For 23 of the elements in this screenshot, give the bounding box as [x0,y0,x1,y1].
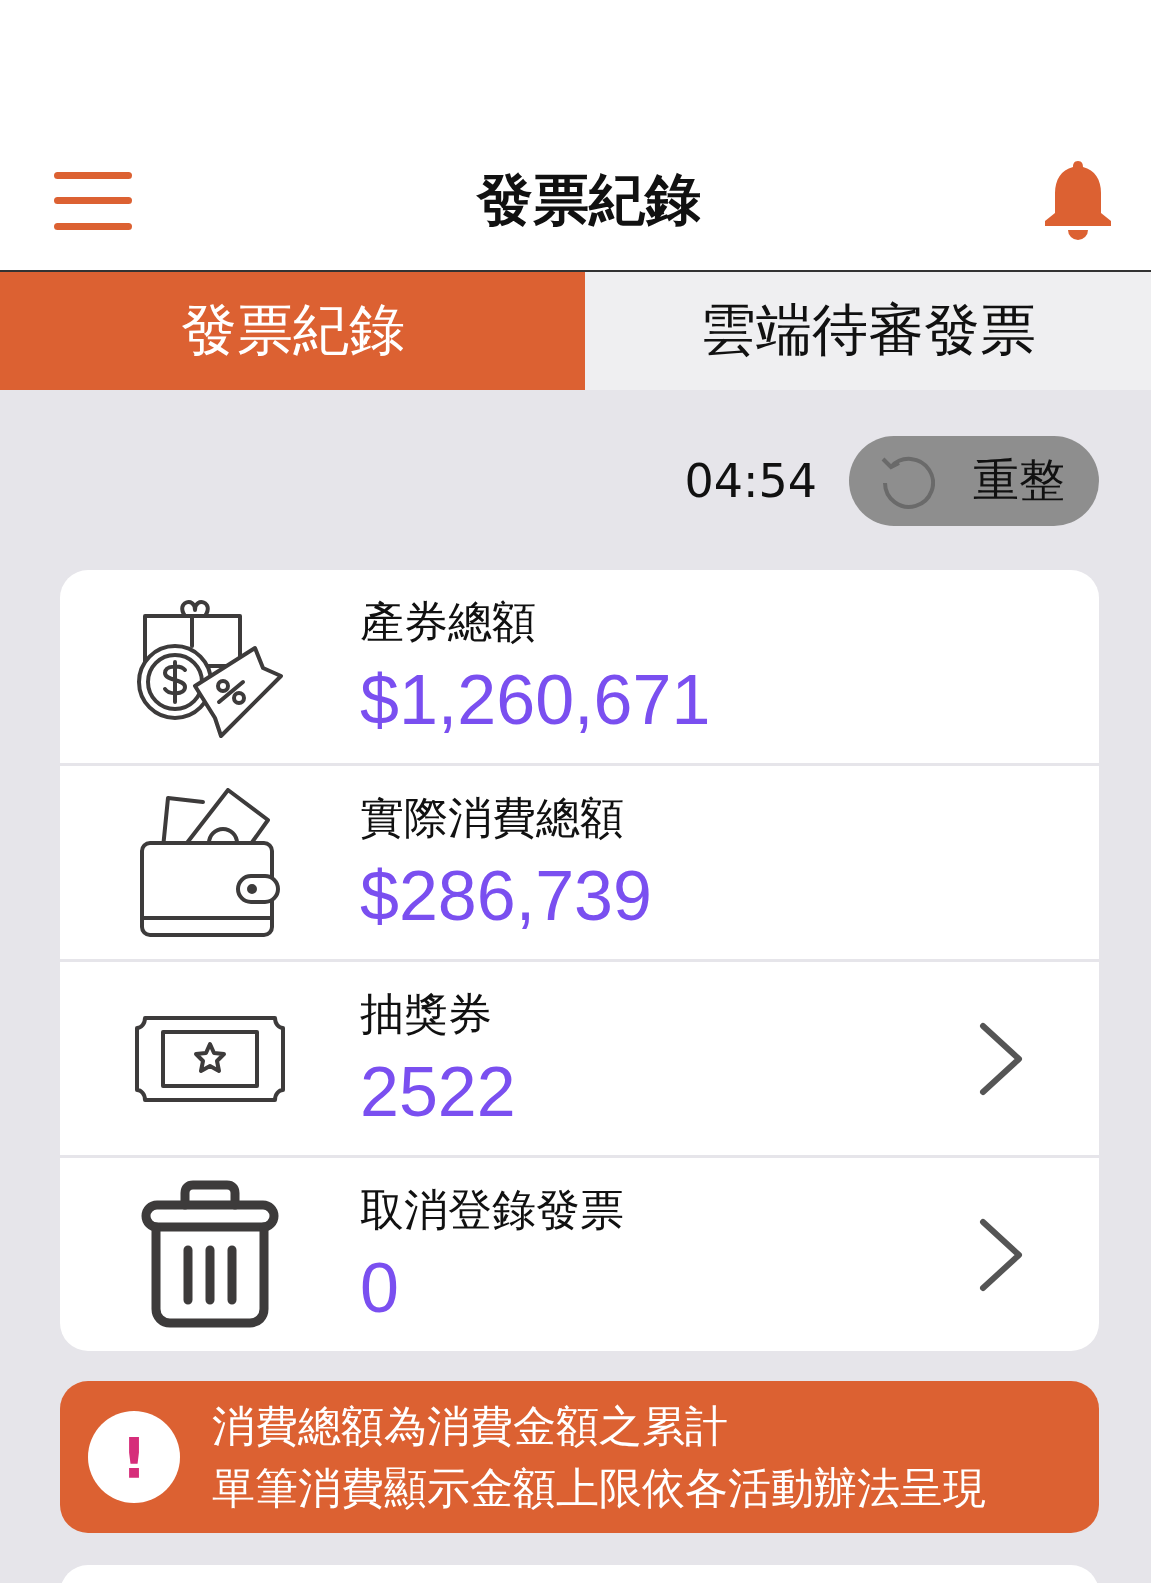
summary-value: 2522 [360,1052,517,1132]
summary-label: 抽獎券 [360,987,493,1041]
notice-text: 消費總額為消費金額之累計 [212,1400,729,1453]
tab[interactable]: 雲端待審發票 [585,272,1151,390]
notice-text: 單筆消費顯示金額上限依各活動辦法呈現 [212,1462,986,1515]
countdown-timer: 04:54 [684,454,817,508]
summary-value: 0 [360,1248,400,1328]
chevron-right-icon[interactable] [979,1217,1023,1292]
tab[interactable]: 發票紀錄 [0,272,585,390]
wallet-icon [137,787,283,938]
menu-icon[interactable] [54,172,132,230]
ticket-icon [135,1013,285,1104]
alert-icon: ! [88,1411,180,1503]
trash-icon [140,1179,280,1330]
chevron-right-icon[interactable] [979,1021,1023,1096]
page-title: 發票紀錄 [476,166,701,234]
summary-value: $286,739 [360,856,653,936]
refresh-button[interactable]: 重整 [849,436,1099,526]
summary-label: 取消登錄發票 [360,1183,625,1237]
summary-label: 產券總額 [360,595,537,649]
summary-value: $1,260,671 [360,660,712,740]
bell-icon[interactable] [1045,161,1111,241]
summary-label: 實際消費總額 [360,791,625,845]
